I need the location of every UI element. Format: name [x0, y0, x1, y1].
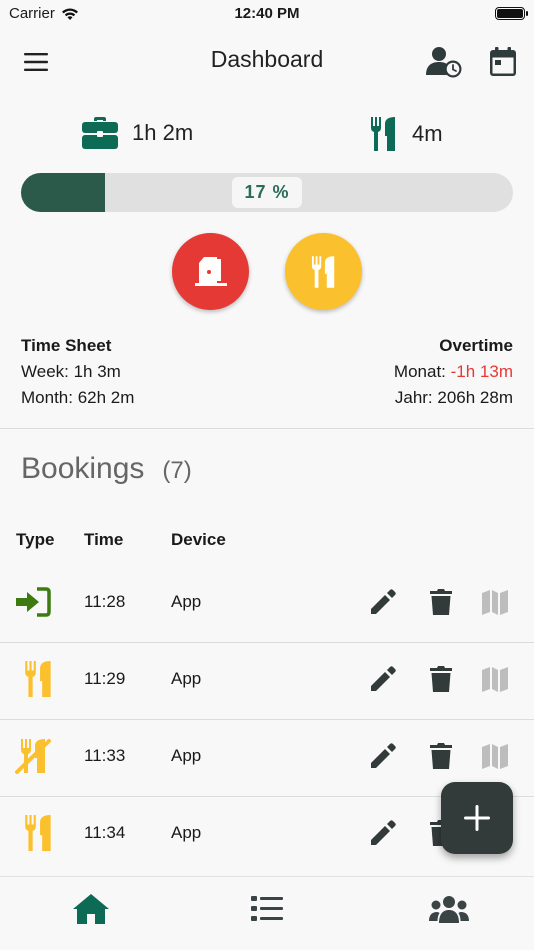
check-out-button[interactable]	[172, 233, 249, 310]
booking-device: App	[171, 592, 202, 611]
overtime-monat-label: Monat:	[393, 362, 451, 381]
bookings-title: Bookings	[21, 452, 145, 485]
progress-label: 17 %	[232, 177, 302, 208]
trash-icon[interactable]	[427, 665, 455, 693]
overtime-monat: Monat: -1h 13m	[394, 359, 513, 385]
tab-team[interactable]	[428, 892, 470, 926]
pencil-icon[interactable]	[369, 588, 397, 616]
battery-icon	[495, 7, 528, 20]
pencil-icon[interactable]	[369, 819, 397, 847]
overtime-jahr: Jahr: 206h 28m	[394, 388, 513, 407]
overtime-monat-value: -1h 13m	[450, 362, 513, 381]
pencil-icon[interactable]	[369, 665, 397, 693]
start-break-button[interactable]	[285, 233, 362, 310]
column-header-device: Device	[171, 530, 226, 549]
column-header-time: Time	[84, 530, 124, 549]
add-booking-button[interactable]	[441, 782, 513, 854]
map-icon[interactable]	[481, 588, 509, 616]
map-icon[interactable]	[481, 742, 509, 770]
work-time-value: 1h 2m	[132, 120, 194, 145]
trash-icon[interactable]	[427, 742, 455, 770]
time-sheet-month: Month: 62h 2m	[21, 388, 135, 407]
table-row[interactable]: 11:28 App	[0, 566, 534, 643]
list-icon	[251, 896, 283, 921]
users-icon	[429, 896, 469, 923]
table-row[interactable]: 11:29 App	[0, 643, 534, 720]
utensils-icon	[25, 661, 51, 697]
tab-home[interactable]	[72, 892, 110, 926]
map-icon[interactable]	[481, 665, 509, 693]
time-sheet-summary: Time Sheet Week: 1h 3m Month: 62h 2m	[21, 333, 134, 411]
section-divider	[0, 428, 534, 429]
tab-list[interactable]	[250, 892, 284, 926]
home-icon	[73, 894, 109, 924]
utensils-icon	[25, 815, 51, 851]
user-clock-icon[interactable]	[426, 46, 462, 78]
time-sheet-title: Time Sheet	[21, 336, 112, 355]
bookings-header: Bookings (7)	[21, 452, 192, 486]
column-header-type: Type	[16, 530, 55, 549]
sign-in-icon	[16, 587, 51, 617]
booking-time: 11:33	[84, 746, 126, 765]
pencil-icon[interactable]	[369, 742, 397, 770]
utensils-icon	[371, 117, 395, 151]
utensils-slash-icon	[15, 739, 51, 774]
time-sheet-week: Week: 1h 3m	[21, 362, 121, 381]
booking-time: 11:34	[84, 823, 126, 842]
briefcase-icon	[82, 117, 118, 149]
tab-bar	[0, 876, 534, 950]
calendar-icon[interactable]	[490, 47, 516, 77]
bookings-count: (7)	[162, 457, 192, 484]
booking-device: App	[171, 746, 202, 765]
booking-time: 11:29	[84, 669, 126, 688]
plus-icon	[464, 805, 490, 831]
work-time-stat: 1h 2m	[82, 117, 193, 149]
overtime-title: Overtime	[439, 336, 513, 355]
booking-time: 11:28	[84, 592, 126, 611]
status-time: 12:40 PM	[234, 5, 300, 22]
break-time-value: 4m	[412, 121, 443, 146]
booking-device: App	[171, 669, 202, 688]
booking-device: App	[171, 823, 202, 842]
utensils-icon	[311, 255, 334, 288]
overtime-summary: Overtime Monat: -1h 13m Jahr: 206h 28m	[394, 333, 513, 411]
progress-fill	[21, 173, 105, 212]
break-time-stat: 4m	[370, 117, 443, 151]
door-exit-icon	[194, 256, 227, 286]
trash-icon[interactable]	[427, 588, 455, 616]
